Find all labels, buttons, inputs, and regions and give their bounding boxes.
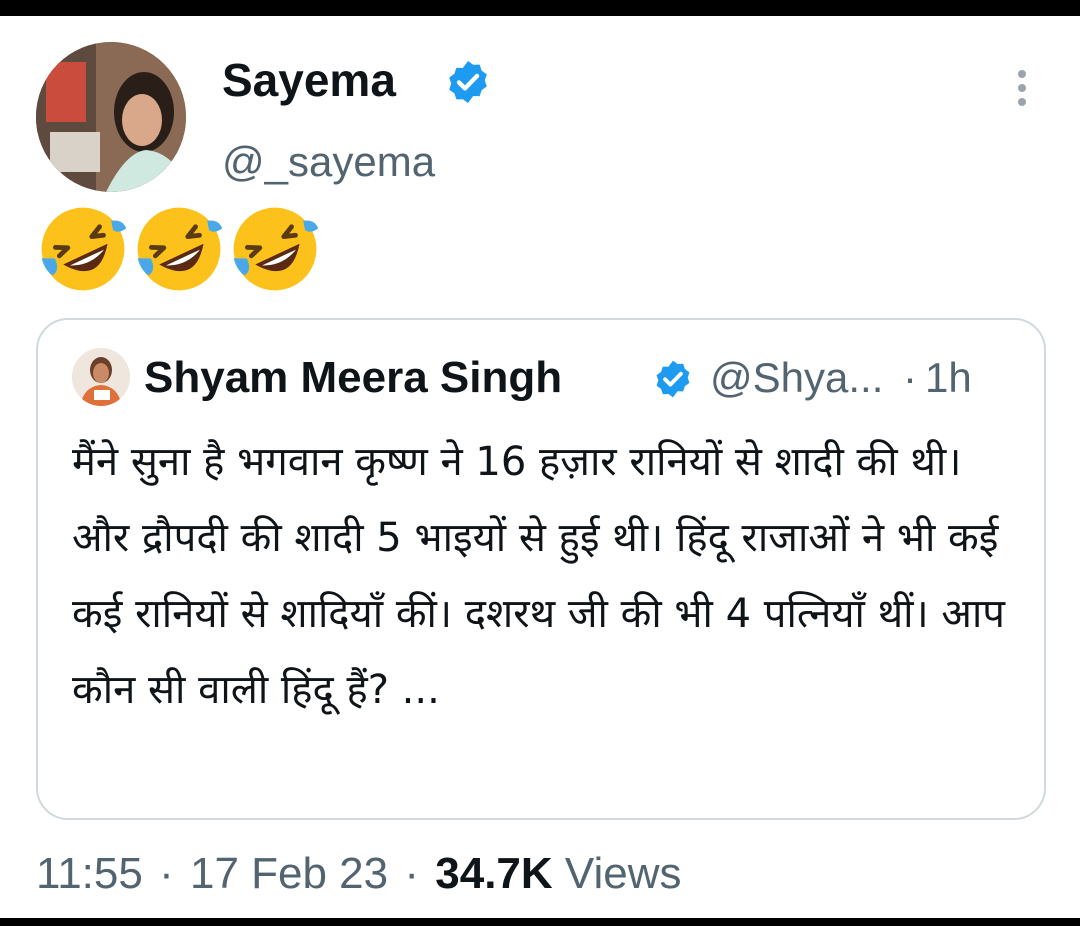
author-avatar[interactable] <box>36 42 186 192</box>
verified-badge-icon <box>449 61 487 103</box>
tweet-date[interactable]: 17 Feb 23 <box>190 849 388 898</box>
quoted-tweet-time[interactable]: 1h <box>925 354 972 401</box>
author-handle[interactable]: @_sayema <box>222 134 435 190</box>
rolling-on-floor-laughing-emoji <box>137 207 223 291</box>
quoted-tweet-card[interactable]: Shyam Meera Singh @Shya... · 1h मैंने सुन… <box>36 318 1046 820</box>
more-options-icon[interactable] <box>1008 66 1036 112</box>
quoted-author-handle[interactable]: @Shya... <box>710 354 883 401</box>
views-label[interactable]: Views <box>565 849 682 898</box>
footer-separator: · <box>159 849 174 898</box>
quoted-author-name[interactable]: Shyam Meera Singh <box>144 350 562 406</box>
quoted-author-avatar[interactable] <box>72 348 130 406</box>
meta-separator: · <box>903 354 918 401</box>
verified-badge-icon <box>656 360 690 398</box>
views-count[interactable]: 34.7K <box>435 849 552 898</box>
top-status-strip <box>0 0 1080 16</box>
footer-separator: · <box>404 849 420 898</box>
author-avatar-image <box>36 42 186 192</box>
tweet-time[interactable]: 11:55 <box>36 849 143 898</box>
quoted-tweet-meta: @Shya... · 1h <box>710 350 972 406</box>
rolling-on-floor-laughing-emoji <box>41 207 127 291</box>
tweet-footer: 11:55 · 17 Feb 23 · 34.7K Views <box>36 844 681 904</box>
rolling-on-floor-laughing-emoji <box>233 207 319 291</box>
bottom-strip <box>0 918 1080 926</box>
quoted-author-avatar-image <box>72 348 130 406</box>
quoted-tweet-text: मैंने सुना है भगवान कृष्ण ने 16 हज़ार रा… <box>72 439 1005 713</box>
author-display-name[interactable]: Sayema <box>222 52 396 108</box>
